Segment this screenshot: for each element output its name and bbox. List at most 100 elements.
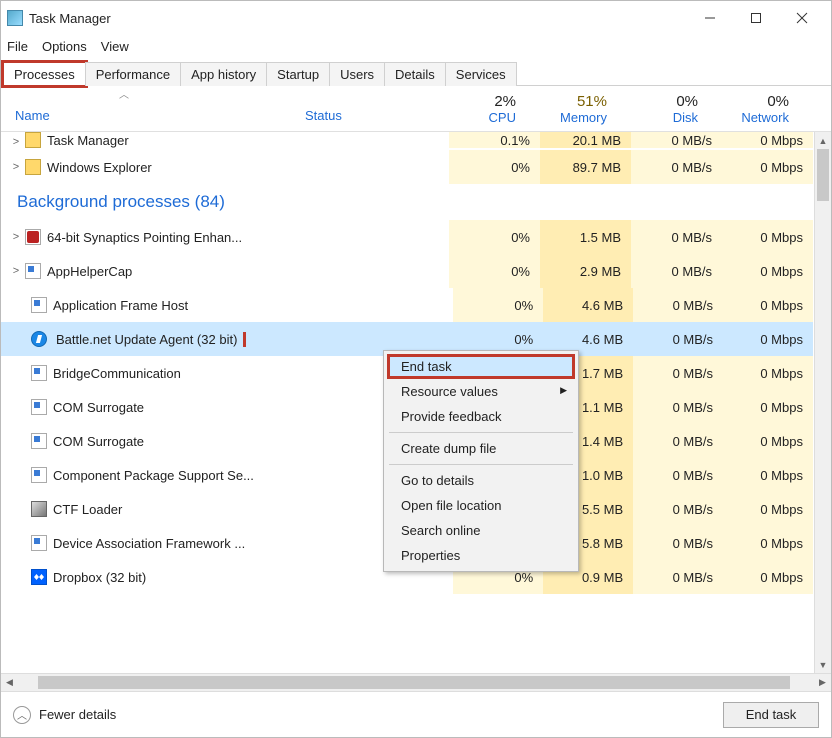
red-icon [25, 229, 41, 245]
tab-app-history[interactable]: App history [180, 62, 267, 86]
process-name: Battle.net Update Agent (32 bit) [53, 332, 325, 347]
col-memory[interactable]: 51% Memory [526, 93, 617, 125]
process-name: COM Surrogate [53, 434, 325, 449]
cell-dsk: 0 MB/s [633, 356, 723, 390]
ctx-separator [389, 432, 573, 433]
tab-users[interactable]: Users [329, 62, 385, 86]
ctx-go-to-details[interactable]: Go to details [387, 468, 575, 493]
cell-mem: 89.7 MB [540, 150, 631, 184]
scroll-left-button[interactable]: ◀ [1, 674, 18, 691]
folder-icon [25, 132, 41, 148]
group-header-background: Background processes (84) [1, 184, 813, 220]
scroll-down-button[interactable]: ▼ [815, 656, 831, 673]
ctx-properties[interactable]: Properties [387, 543, 575, 568]
menu-file[interactable]: File [7, 39, 28, 54]
col-network[interactable]: 0% Network [708, 93, 799, 125]
table-row[interactable]: >AppHelperCap0%2.9 MB0 MB/s0 Mbps [1, 254, 813, 288]
app-icon [25, 263, 41, 279]
cell-net: 0 Mbps [723, 560, 813, 594]
col-status[interactable]: Status [305, 108, 435, 125]
cell-net: 0 Mbps [723, 458, 813, 492]
cell-net: 0 Mbps [722, 254, 813, 288]
col-disk[interactable]: 0% Disk [617, 93, 708, 125]
app-icon [31, 399, 47, 415]
process-name: COM Surrogate [53, 400, 325, 415]
end-task-button[interactable]: End task [723, 702, 819, 728]
cell-cpu: 0% [453, 288, 543, 322]
cell-net: 0 Mbps [723, 322, 813, 356]
close-button[interactable] [779, 3, 825, 33]
dropbox-icon [31, 569, 47, 585]
ctx-resource-values[interactable]: Resource values [387, 379, 575, 404]
minimize-button[interactable] [687, 3, 733, 33]
expand-chevron-icon[interactable]: > [7, 136, 25, 148]
cell-net: 0 Mbps [722, 220, 813, 254]
tab-performance[interactable]: Performance [85, 62, 181, 86]
table-row[interactable]: >Windows Explorer0%89.7 MB0 MB/s0 Mbps [1, 150, 813, 184]
tab-startup[interactable]: Startup [266, 62, 330, 86]
ctx-end-task[interactable]: End task [387, 354, 575, 379]
cell-net: 0 Mbps [723, 526, 813, 560]
titlebar: Task Manager [1, 1, 831, 35]
cell-cpu: 0% [449, 254, 540, 288]
table-row[interactable]: >64-bit Synaptics Pointing Enhan...0%1.5… [1, 220, 813, 254]
ctx-provide-feedback[interactable]: Provide feedback [387, 404, 575, 429]
ctx-separator [389, 464, 573, 465]
tabbar: Processes Performance App history Startu… [1, 61, 831, 86]
ctx-search-online[interactable]: Search online [387, 518, 575, 543]
window-title: Task Manager [29, 11, 687, 26]
maximize-button[interactable] [733, 3, 779, 33]
vertical-scrollbar[interactable]: ▲ ▼ [814, 132, 831, 673]
table-row[interactable]: > Task Manager 0.1%20.1 MB0 MB/s0 Mbps [1, 132, 813, 150]
chevron-up-icon[interactable]: ︿ [13, 706, 31, 724]
scroll-thumb[interactable] [817, 149, 829, 201]
expand-chevron-icon[interactable]: > [7, 161, 25, 173]
cell-dsk: 0 MB/s [633, 322, 723, 356]
tab-services[interactable]: Services [445, 62, 517, 86]
cell-dsk: 0 MB/s [631, 220, 722, 254]
cell-net: 0 Mbps [722, 132, 813, 148]
ctf-icon [31, 501, 47, 517]
horizontal-scrollbar[interactable]: ◀ ▶ [1, 673, 831, 691]
menu-options[interactable]: Options [42, 39, 87, 54]
table-row[interactable]: Application Frame Host0%4.6 MB0 MB/s0 Mb… [1, 288, 813, 322]
cell-dsk: 0 MB/s [633, 492, 723, 526]
cell-net: 0 Mbps [723, 288, 813, 322]
scroll-up-button[interactable]: ▲ [815, 132, 831, 149]
expand-chevron-icon[interactable]: > [7, 265, 25, 277]
ctx-open-file-location[interactable]: Open file location [387, 493, 575, 518]
app-icon [31, 535, 47, 551]
cell-cpu: 0.1% [449, 132, 540, 148]
cell-net: 0 Mbps [722, 150, 813, 184]
col-cpu[interactable]: 2% CPU [435, 93, 526, 125]
tab-details[interactable]: Details [384, 62, 446, 86]
app-icon [31, 297, 47, 313]
scroll-right-button[interactable]: ▶ [814, 674, 831, 691]
cell-dsk: 0 MB/s [633, 424, 723, 458]
app-icon [31, 467, 47, 483]
process-name: Task Manager [47, 133, 319, 148]
cell-cpu: 0% [449, 220, 540, 254]
cell-net: 0 Mbps [723, 492, 813, 526]
app-icon [31, 433, 47, 449]
ctx-create-dump[interactable]: Create dump file [387, 436, 575, 461]
cell-mem: 4.6 MB [543, 288, 633, 322]
col-name[interactable]: Name [15, 108, 305, 125]
scroll-thumb-h[interactable] [38, 676, 790, 689]
expand-chevron-icon[interactable]: > [7, 231, 25, 243]
cell-dsk: 0 MB/s [631, 132, 722, 148]
process-table: >Task Manager0.1%20.1 MB0 MB/s0 Mbps>Win… [1, 132, 831, 673]
fewer-details-toggle[interactable]: Fewer details [39, 707, 723, 722]
process-name: Device Association Framework ... [53, 536, 325, 551]
tab-processes[interactable]: Processes [3, 62, 86, 86]
cell-mem: 20.1 MB [540, 132, 631, 148]
task-manager-window: Task Manager File Options View Processes… [0, 0, 832, 738]
menu-view[interactable]: View [101, 39, 129, 54]
process-name: CTF Loader [53, 502, 325, 517]
context-menu: End task Resource values Provide feedbac… [383, 350, 579, 572]
column-headers: ︿ Name Status 2% CPU 51% Memory 0% Disk … [1, 86, 831, 132]
cell-mem: 2.9 MB [540, 254, 631, 288]
content-area: ︿ Name Status 2% CPU 51% Memory 0% Disk … [1, 86, 831, 737]
cell-mem: 1.5 MB [540, 220, 631, 254]
process-name: Dropbox (32 bit) [53, 570, 325, 585]
